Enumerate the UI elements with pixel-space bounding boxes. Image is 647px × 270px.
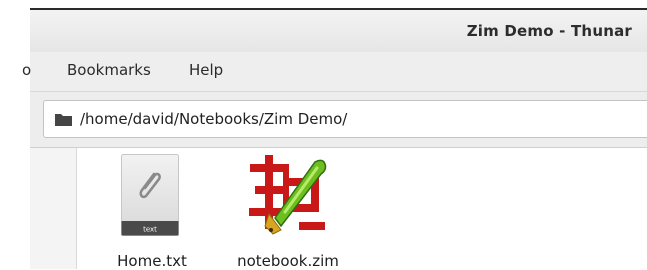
file-type-badge: text [143,226,157,234]
file-name: Home.txt [117,252,187,270]
text-file-icon: text [121,154,179,236]
file-manager-window: Zim Demo - Thunar o Bookmarks Help /home… [22,8,647,270]
location-path: /home/david/Notebooks/Zim Demo/ [80,110,348,128]
file-name: notebook.zim [237,252,339,270]
location-bar: /home/david/Notebooks/Zim Demo/ [30,92,647,148]
location-field[interactable]: /home/david/Notebooks/Zim Demo/ [43,100,647,138]
folder-icon [55,114,72,126]
menu-bar: o Bookmarks Help [22,52,647,92]
file-view: text Home.txt notebook.zim [30,148,647,270]
title-bar[interactable]: Zim Demo - Thunar [30,8,647,52]
zim-notebook-icon [249,155,327,235]
menu-go[interactable]: o [22,61,31,79]
side-pane [30,148,77,269]
window-title: Zim Demo - Thunar [466,22,632,40]
menu-bookmarks[interactable]: Bookmarks [67,61,151,79]
menu-help[interactable]: Help [189,61,223,79]
